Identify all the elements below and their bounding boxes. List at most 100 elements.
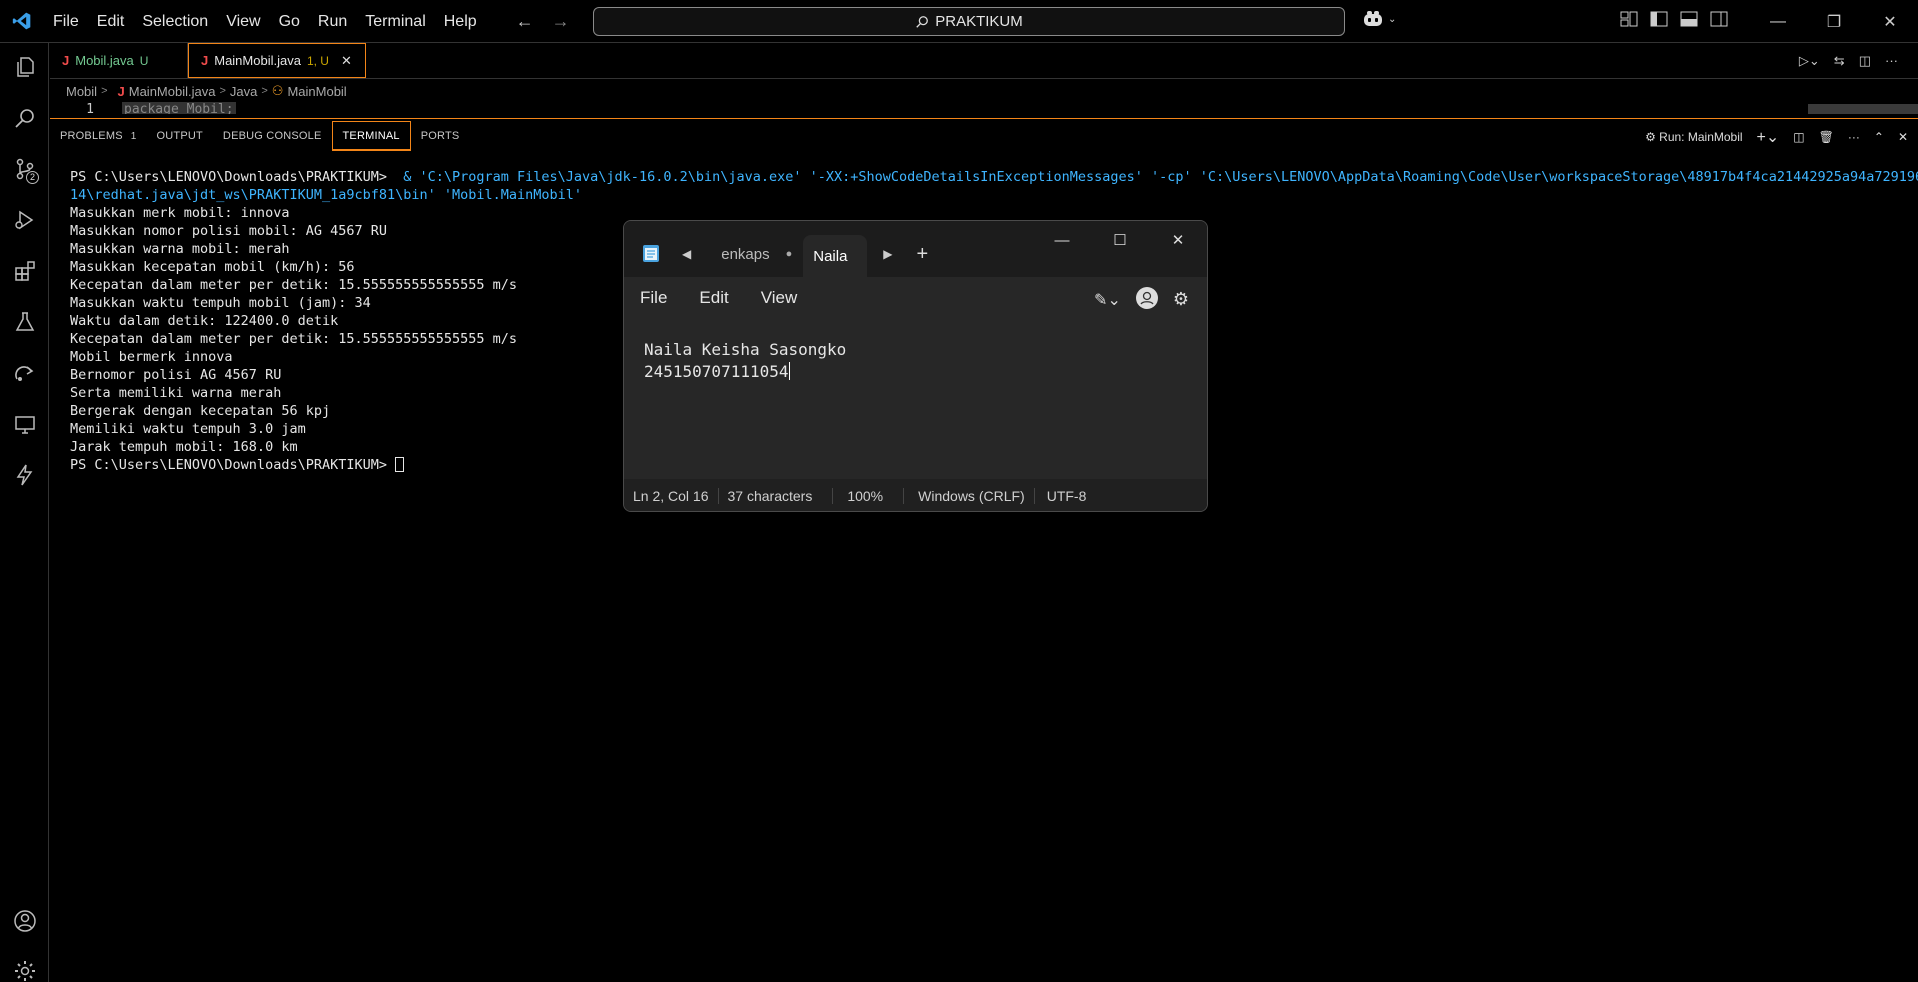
text-caret	[788, 362, 790, 380]
account-avatar[interactable]	[1135, 286, 1159, 313]
settings-gear-icon[interactable]	[0, 949, 49, 982]
copilot-button[interactable]: ⌄	[1362, 10, 1396, 28]
tab-scroll-right-icon[interactable]: ▶	[883, 247, 892, 261]
terminal-prompt: PS C:\Users\LENOVO\Downloads\PRAKTIKUM>	[70, 457, 396, 473]
tab-debug-console[interactable]: DEBUG CONSOLE	[213, 119, 332, 153]
notepad-toolbar: ✎⌄ ⚙	[1094, 286, 1189, 313]
menu-terminal[interactable]: Terminal	[356, 0, 434, 43]
minimize-icon[interactable]: —	[1750, 0, 1806, 43]
source-control-badge: 2	[26, 171, 39, 184]
navigation-arrows: ← →	[516, 11, 570, 32]
activity-bar: 2	[0, 43, 49, 982]
lightning-icon[interactable]	[0, 453, 49, 497]
close-tab-icon[interactable]: ✕	[341, 53, 352, 69]
kill-terminal-icon[interactable]: 🗑	[1819, 130, 1834, 144]
close-window-icon[interactable]: ✕	[1862, 0, 1918, 43]
new-tab-icon[interactable]: +	[916, 243, 928, 266]
toggle-secondary-sidebar-icon[interactable]	[1710, 11, 1728, 27]
toggle-panel-icon[interactable]	[1680, 11, 1698, 27]
more-actions-icon[interactable]: ···	[1885, 53, 1898, 69]
chevron-right-icon: >	[219, 85, 226, 97]
status-line-ending[interactable]: Windows (CRLF)	[904, 488, 1035, 504]
remote-explorer-icon[interactable]	[0, 351, 49, 395]
notepad-line-current: 245150707111054	[644, 362, 790, 381]
title-bar: File Edit Selection View Go Run Terminal…	[0, 0, 1918, 43]
breadcrumb: Mobil > J MainMobil.java > Java > ⚇ Main…	[50, 80, 347, 102]
maximize-icon[interactable]: ☐	[1091, 221, 1149, 259]
breadcrumb-class[interactable]: MainMobil	[287, 84, 346, 99]
notepad-tab-naila[interactable]: Naila	[803, 235, 868, 277]
status-zoom[interactable]: 100%	[833, 488, 905, 504]
close-panel-icon[interactable]: ✕	[1898, 130, 1908, 144]
layout-controls	[1620, 11, 1728, 27]
java-file-icon: J	[117, 83, 125, 99]
extensions-icon[interactable]	[0, 249, 49, 293]
chevron-down-icon: ⌄	[1388, 13, 1397, 25]
status-encoding[interactable]: UTF-8	[1035, 488, 1096, 504]
run-java-icon[interactable]: ▷⌄	[1799, 53, 1820, 69]
menu-edit[interactable]: Edit	[88, 0, 134, 43]
window-controls: — ❐ ✕	[1750, 0, 1918, 43]
close-window-icon[interactable]: ✕	[1149, 221, 1207, 259]
bottom-panel-header: PROBLEMS 1 OUTPUT DEBUG CONSOLE TERMINAL …	[50, 118, 1918, 152]
account-icon[interactable]	[0, 899, 49, 943]
editor-code-area[interactable]: 1 package Mobil;	[50, 102, 1918, 119]
more-actions-icon[interactable]: ···	[1848, 130, 1860, 144]
minimap[interactable]	[1808, 104, 1918, 114]
explorer-icon[interactable]	[0, 45, 49, 89]
customize-layout-icon[interactable]	[1620, 11, 1638, 27]
source-control-icon[interactable]: 2	[0, 147, 49, 191]
run-debug-icon[interactable]	[0, 198, 49, 242]
menu-file[interactable]: File	[44, 0, 88, 43]
notepad-tab-enkaps[interactable]: enkaps ●	[721, 235, 803, 273]
tab-mobil-java[interactable]: J Mobil.java U	[50, 43, 188, 78]
menu-go[interactable]: Go	[270, 0, 309, 43]
tab-label: Mobil.java	[75, 53, 134, 68]
editor-actions: ▷⌄ ⇆ ◫ ···	[1799, 53, 1898, 69]
menu-run[interactable]: Run	[309, 0, 356, 43]
copilot-rewrite-icon[interactable]: ✎⌄	[1094, 290, 1121, 310]
restore-icon[interactable]: ❐	[1806, 0, 1862, 43]
notepad-app-icon	[642, 243, 660, 266]
testing-flask-icon[interactable]	[0, 300, 49, 344]
terminal-command-line: PS C:\Users\LENOVO\Downloads\PRAKTIKUM> …	[70, 168, 1918, 186]
editor-tab-bar: J Mobil.java U J MainMobil.java 1, U ✕ ▷…	[50, 43, 1918, 79]
compare-changes-icon[interactable]: ⇆	[1834, 53, 1845, 69]
notepad-menu-file[interactable]: File	[624, 288, 683, 308]
java-file-icon: J	[201, 53, 209, 68]
notepad-line: Naila Keisha Sasongko	[644, 340, 847, 359]
split-terminal-icon[interactable]: ◫	[1793, 130, 1804, 144]
minimize-icon[interactable]: —	[1033, 221, 1091, 259]
notepad-menu-view[interactable]: View	[745, 288, 814, 308]
notepad-text-area[interactable]: Naila Keisha Sasongko 245150707111054	[624, 319, 1207, 479]
back-arrow-icon[interactable]: ←	[516, 11, 534, 32]
maximize-panel-icon[interactable]: ⌃	[1874, 130, 1884, 144]
search-sidebar-icon[interactable]	[0, 96, 49, 140]
notepad-status-bar: Ln 2, Col 16 37 characters 100% Windows …	[624, 479, 1207, 511]
class-symbol-icon: ⚇	[271, 83, 284, 98]
tab-terminal[interactable]: TERMINAL	[331, 120, 411, 151]
tab-scroll-left-icon[interactable]: ◀	[682, 247, 691, 261]
notepad-menu-edit[interactable]: Edit	[683, 288, 744, 308]
breadcrumb-folder[interactable]: Mobil	[66, 84, 97, 99]
breadcrumb-file[interactable]: MainMobil.java	[129, 84, 216, 99]
terminal-instance[interactable]: ⚙ Run: MainMobil	[1645, 130, 1742, 144]
breadcrumb-language[interactable]: Java	[230, 84, 257, 99]
menu-view[interactable]: View	[217, 0, 269, 43]
panel-actions: ⚙ Run: MainMobil +⌄ ◫ 🗑 ··· ⌃ ✕	[1645, 127, 1908, 147]
tab-ports[interactable]: PORTS	[411, 119, 470, 153]
line-number: 1	[86, 102, 94, 117]
command-center-search[interactable]: PRAKTIKUM	[593, 7, 1345, 36]
forward-arrow-icon[interactable]: →	[552, 11, 570, 32]
menu-help[interactable]: Help	[435, 0, 486, 43]
tab-mainmobil-java[interactable]: J MainMobil.java 1, U ✕	[188, 43, 366, 78]
chevron-right-icon: >	[261, 85, 268, 97]
tab-output[interactable]: OUTPUT	[147, 119, 213, 153]
remote-window-icon[interactable]	[0, 402, 49, 446]
toggle-primary-sidebar-icon[interactable]	[1650, 11, 1668, 27]
split-editor-icon[interactable]: ◫	[1859, 53, 1871, 69]
menu-selection[interactable]: Selection	[133, 0, 217, 43]
new-terminal-icon[interactable]: +⌄	[1757, 127, 1780, 147]
tab-problems[interactable]: PROBLEMS 1	[50, 119, 147, 153]
settings-gear-icon[interactable]: ⚙	[1173, 289, 1189, 310]
